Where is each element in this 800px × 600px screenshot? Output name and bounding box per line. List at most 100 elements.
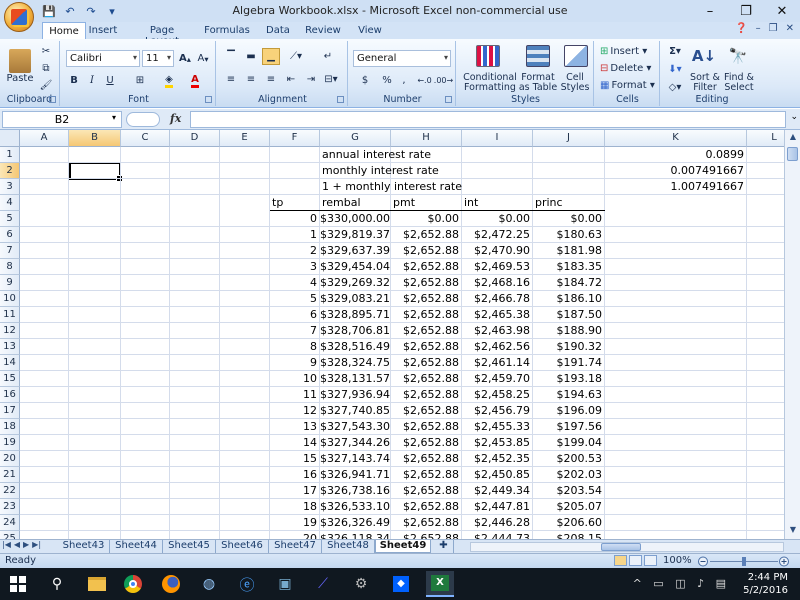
format-painter-icon[interactable]: 🖌 <box>38 77 54 94</box>
row-header-2[interactable]: 2 <box>0 163 20 179</box>
cell-pmt[interactable]: $2,652.88 <box>391 499 461 515</box>
cell-tp[interactable]: 4 <box>270 275 319 291</box>
app-icon[interactable]: ◍ <box>198 574 220 594</box>
cell-k2[interactable]: 0.007491667 <box>605 163 746 179</box>
number-format-select[interactable]: General <box>353 50 451 67</box>
cell-rembal[interactable]: $326,533.10 <box>320 499 390 515</box>
column-header-c[interactable]: C <box>121 130 170 147</box>
next-sheet-icon[interactable]: ▶ <box>23 540 29 549</box>
row-header-3[interactable]: 3 <box>0 179 20 195</box>
row-header-6[interactable]: 6 <box>0 227 20 243</box>
cell-styles-icon[interactable] <box>564 44 588 68</box>
borders-icon[interactable]: ⊞ <box>130 72 150 89</box>
select-all-corner[interactable] <box>0 130 20 147</box>
cell-pmt[interactable]: $2,652.88 <box>391 515 461 531</box>
align-bottom-icon[interactable]: ▁ <box>262 48 280 65</box>
cell-pmt[interactable]: $2,652.88 <box>391 307 461 323</box>
cell-rembal[interactable]: $326,326.49 <box>320 515 390 531</box>
insert-sheet-icon[interactable]: ✚ <box>434 540 454 553</box>
ribbon-restore-icon[interactable]: ❐ <box>769 23 778 34</box>
cell-int[interactable]: $2,449.34 <box>462 483 532 499</box>
formula-input[interactable] <box>190 111 786 128</box>
taskbar-clock[interactable]: 2:44 PM 5/2/2016 <box>743 571 788 597</box>
cell-pmt[interactable]: $2,652.88 <box>391 467 461 483</box>
cell-rembal[interactable]: $326,118.34 <box>320 531 390 539</box>
orientation-icon[interactable]: ⟋▾ <box>284 48 308 65</box>
comma-button[interactable]: , <box>397 72 411 89</box>
sheet-tab-sheet44[interactable]: Sheet44 <box>110 540 163 553</box>
cell-tp[interactable]: 9 <box>270 355 319 371</box>
row-header-7[interactable]: 7 <box>0 243 20 259</box>
vertical-scroll-thumb[interactable] <box>787 147 798 161</box>
cell-tp[interactable]: 18 <box>270 499 319 515</box>
font-size-select[interactable]: 11 <box>142 50 174 67</box>
column-header-j[interactable]: J <box>533 130 605 147</box>
cell-rembal[interactable]: $329,819.37 <box>320 227 390 243</box>
shrink-font-icon[interactable]: A ▾ <box>195 50 211 67</box>
cell-tp[interactable]: 7 <box>270 323 319 339</box>
row-header-1[interactable]: 1 <box>0 147 20 163</box>
sheet-tab-sheet43[interactable]: Sheet43 <box>58 540 110 553</box>
cell-int[interactable]: $2,444.73 <box>462 531 532 539</box>
cell-princ[interactable]: $196.09 <box>533 403 604 419</box>
header-int[interactable]: int <box>462 195 532 211</box>
scroll-down-icon[interactable]: ▼ <box>787 525 799 537</box>
cell-princ[interactable]: $206.60 <box>533 515 604 531</box>
sort-filter-icon[interactable]: A↓ <box>692 44 716 68</box>
fill-color-icon[interactable]: ◈ <box>158 72 180 89</box>
cell-tp[interactable]: 10 <box>270 371 319 387</box>
tab-insert[interactable]: Insert <box>88 22 118 39</box>
cell-princ[interactable]: $186.10 <box>533 291 604 307</box>
increase-decimal-icon[interactable]: ←.0 <box>416 72 433 89</box>
increase-indent-icon[interactable]: ⇥ <box>302 71 320 88</box>
cell-styles-button[interactable]: Cell Styles <box>558 73 592 93</box>
cell-princ[interactable]: $203.54 <box>533 483 604 499</box>
row-header-10[interactable]: 10 <box>0 291 20 307</box>
sheet-tab-sheet46[interactable]: Sheet46 <box>216 540 269 553</box>
tab-review[interactable]: Review <box>305 22 341 39</box>
sheet-tab-sheet48[interactable]: Sheet48 <box>322 540 375 553</box>
first-sheet-icon[interactable]: |◀ <box>2 540 11 549</box>
cell-pmt[interactable]: $2,652.88 <box>391 419 461 435</box>
cell-princ[interactable]: $188.90 <box>533 323 604 339</box>
cell-rembal[interactable]: $327,740.85 <box>320 403 390 419</box>
cell-int[interactable]: $2,452.35 <box>462 451 532 467</box>
row-header-15[interactable]: 15 <box>0 371 20 387</box>
sheet-tab-sheet45[interactable]: Sheet45 <box>163 540 216 553</box>
cell-princ[interactable]: $205.07 <box>533 499 604 515</box>
restore-button[interactable]: ❐ <box>728 0 764 22</box>
header-tp[interactable]: tp <box>270 195 319 211</box>
conditional-formatting-button[interactable]: Conditional Formatting <box>460 73 520 93</box>
percent-button[interactable]: % <box>379 72 395 89</box>
dropbox-icon[interactable]: ◆ <box>390 574 412 594</box>
vertical-scrollbar[interactable]: ▲ ▼ <box>784 130 800 540</box>
cell-pmt[interactable]: $2,652.88 <box>391 243 461 259</box>
cell-int[interactable]: $2,455.33 <box>462 419 532 435</box>
column-header-d[interactable]: D <box>170 130 220 147</box>
row-header-18[interactable]: 18 <box>0 419 20 435</box>
font-name-select[interactable]: Calibri <box>66 50 140 67</box>
sort-filter-button[interactable]: Sort & Filter <box>688 73 722 93</box>
header-rembal[interactable]: rembal <box>320 195 390 211</box>
align-center-icon[interactable]: ≡ <box>242 71 260 88</box>
cell-princ[interactable]: $181.98 <box>533 243 604 259</box>
cell-rembal[interactable]: $327,143.74 <box>320 451 390 467</box>
column-header-i[interactable]: I <box>462 130 533 147</box>
sheet-tab-sheet49[interactable]: Sheet49 <box>375 540 431 553</box>
cell-princ[interactable]: $184.72 <box>533 275 604 291</box>
cell-tp[interactable]: 15 <box>270 451 319 467</box>
align-middle-icon[interactable]: ▬ <box>242 48 260 65</box>
row-header-19[interactable]: 19 <box>0 435 20 451</box>
cell-tp[interactable]: 16 <box>270 467 319 483</box>
autosum-icon[interactable]: Σ▾ <box>665 43 685 60</box>
name-box-dropdown-icon[interactable]: ▾ <box>112 113 116 122</box>
system-tray-icons[interactable]: ^ ▭ ◫ ♪ ▤ <box>633 577 730 590</box>
row-header-12[interactable]: 12 <box>0 323 20 339</box>
scroll-up-icon[interactable]: ▲ <box>787 132 799 144</box>
cell-princ[interactable]: $183.35 <box>533 259 604 275</box>
paste-button[interactable]: Paste <box>5 43 35 89</box>
delete-cells-button[interactable]: ⊟ Delete ▾ <box>599 60 657 77</box>
search-icon[interactable]: ⚲ <box>46 574 68 594</box>
cell-k1[interactable]: 0.0899 <box>605 147 746 163</box>
cell-pmt[interactable]: $2,652.88 <box>391 483 461 499</box>
